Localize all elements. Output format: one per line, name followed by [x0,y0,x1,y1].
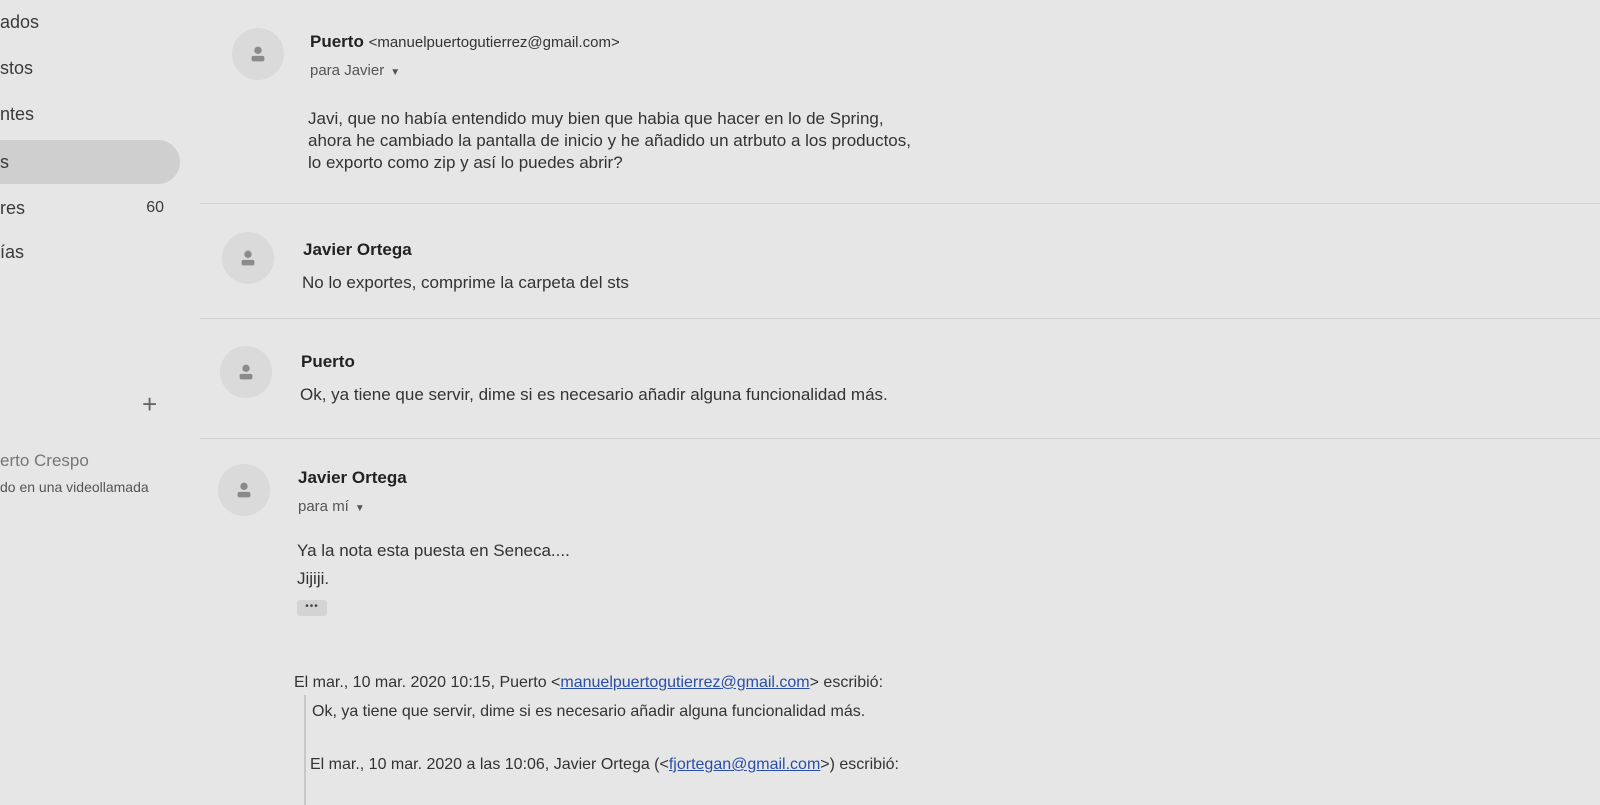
quote-header-suffix: > escribió: [809,674,884,691]
message-sender[interactable]: Puerto <manuelpuertogutierrez@gmail.com> [310,32,620,52]
message-line: Jijiji. [297,569,330,588]
message-line: No lo exportes, comprime la carpeta del … [302,273,629,292]
message-line: ahora he cambiado la pantalla de inicio … [308,131,911,150]
message-line: Ya la nota esta puesta en Seneca.... [297,541,570,560]
person-icon[interactable] [220,346,272,398]
quote-header-prefix: El mar., 10 mar. 2020 10:15, Puerto < [294,674,561,691]
sidebar-item-4[interactable]: res 60 [0,188,180,228]
divider [200,203,1600,204]
recipient-line[interactable]: para Javier ▼ [310,62,400,79]
message-sender[interactable]: Javier Ortega [303,240,412,260]
sidebar-item-label: stos [0,58,34,78]
sidebar-item-label: ados [0,12,40,32]
nested-quote-header: El mar., 10 mar. 2020 a las 10:06, Javie… [310,756,899,774]
sidebar: ados stos ntes s res 60 ías + erto Cresp… [0,0,200,800]
email-link[interactable]: fjortegan@gmail.com [669,756,820,773]
caret-down-icon[interactable]: ▼ [390,67,400,78]
sender-name: Puerto [310,32,364,51]
contact-status: do en una videollamada [0,479,149,495]
sidebar-item-label: res [0,198,26,218]
sidebar-item-label: s [0,152,9,172]
sidebar-item-3-active[interactable]: s [0,140,180,184]
caret-down-icon[interactable]: ▼ [355,503,365,514]
sidebar-item-5[interactable]: ías [0,232,180,272]
message-body: Javi, que no había entendido muy bien qu… [308,108,911,174]
sidebar-item-0[interactable]: ados [0,2,180,42]
email-link[interactable]: manuelpuertogutierrez@gmail.com [560,674,809,691]
nested-quote-prefix: El mar., 10 mar. 2020 a las 10:06, Javie… [310,756,669,773]
recipient-text: para Javier [310,62,385,79]
message-body: Ya la nota esta puesta en Seneca.... Jij… [297,537,570,593]
quote-bar [304,695,306,805]
message-line: lo exporto como zip y así lo puedes abri… [308,153,623,172]
person-icon[interactable] [218,464,270,516]
sidebar-item-2[interactable]: ntes [0,94,180,134]
divider [200,438,1600,439]
nested-quote-suffix: >) escribió: [820,756,899,773]
message-body: No lo exportes, comprime la carpeta del … [302,272,629,294]
sidebar-item-count: 60 [146,199,164,216]
quoted-line: Ok, ya tiene que servir, dime si es nece… [312,703,866,720]
sender-email: <manuelpuertogutierrez@gmail.com> [368,34,620,51]
message-sender[interactable]: Puerto [301,352,355,372]
contact-name[interactable]: erto Crespo [0,451,89,471]
sidebar-item-1[interactable]: stos [0,48,180,88]
person-icon[interactable] [222,232,274,284]
message-line: Ok, ya tiene que servir, dime si es nece… [300,385,888,404]
recipient-text: para mí [298,498,349,515]
sidebar-item-label: ntes [0,104,35,124]
message-sender[interactable]: Javier Ortega [298,468,407,488]
person-icon[interactable] [232,28,284,80]
add-icon[interactable]: + [142,391,157,417]
sidebar-item-label: ías [0,242,25,262]
quote-header: El mar., 10 mar. 2020 10:15, Puerto <man… [294,674,883,692]
divider [200,318,1600,319]
message-line: Javi, que no había entendido muy bien qu… [308,109,884,128]
recipient-line[interactable]: para mí ▼ [298,498,365,515]
show-trimmed-content-button[interactable]: ••• [297,600,327,616]
message-body: Ok, ya tiene que servir, dime si es nece… [300,384,888,406]
